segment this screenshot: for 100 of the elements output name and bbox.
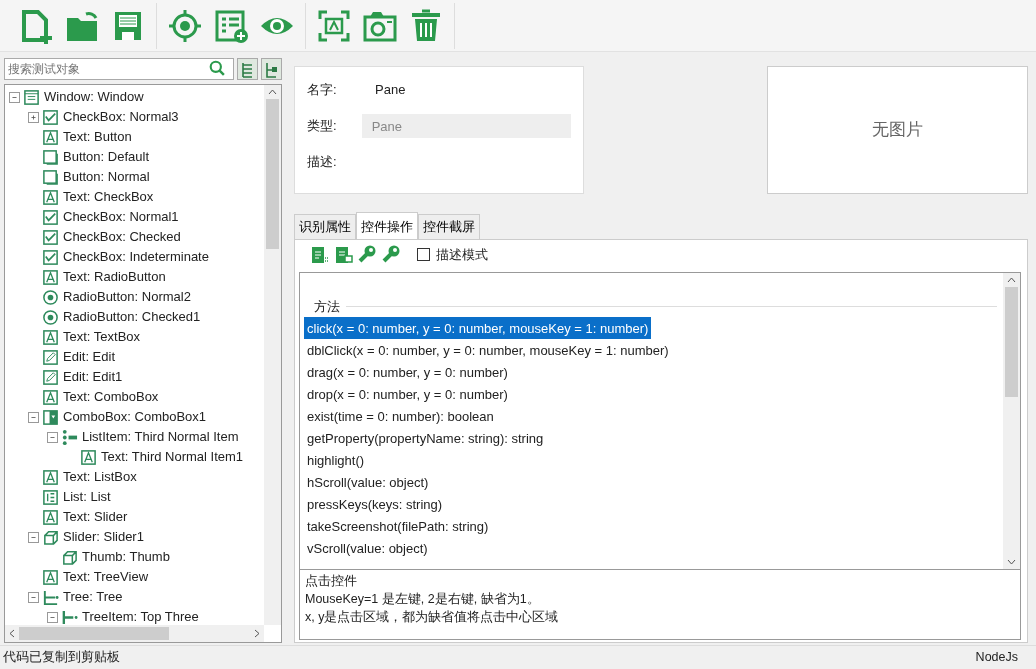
method-item[interactable]: hScroll(value: object) bbox=[304, 471, 432, 494]
collapse-toggle-icon[interactable] bbox=[47, 611, 58, 623]
pencil-icon bbox=[42, 348, 59, 366]
tab[interactable]: 控件截屏 bbox=[418, 214, 480, 239]
tree-item-icon bbox=[61, 608, 78, 625]
checkbox-icon bbox=[42, 248, 59, 266]
search-field[interactable]: 搜索测试对象 bbox=[4, 58, 234, 80]
target-icon bbox=[167, 7, 203, 44]
tree-icon bbox=[42, 588, 59, 606]
group-heading: 方法 bbox=[314, 297, 340, 316]
tree-item[interactable]: Edit: Edit bbox=[63, 347, 116, 367]
tree-item[interactable]: Text: Button bbox=[63, 127, 132, 147]
scrollbar-thumb[interactable] bbox=[1005, 287, 1018, 398]
tree-item[interactable]: TreeItem: Top Three bbox=[82, 607, 199, 625]
tree-item[interactable]: Text: Third Normal Item1 bbox=[101, 447, 244, 467]
checkbox-icon bbox=[42, 108, 59, 126]
tree-item[interactable]: Edit: Edit1 bbox=[63, 367, 123, 387]
collapse-toggle-icon[interactable] bbox=[28, 591, 39, 603]
tree-item[interactable]: CheckBox: Normal1 bbox=[63, 207, 179, 227]
radio-icon bbox=[42, 308, 59, 326]
scrollbar-thumb[interactable] bbox=[266, 99, 279, 249]
method-item[interactable]: drag(x = 0: number, y = 0: number) bbox=[304, 361, 511, 384]
tree-item[interactable]: Slider: Slider1 bbox=[63, 527, 144, 547]
field-label: 类型: bbox=[307, 117, 338, 136]
tree-item[interactable]: CheckBox: Checked bbox=[63, 227, 181, 247]
checkbox-icon bbox=[42, 208, 59, 226]
tree-item[interactable]: Text: ListBox bbox=[63, 467, 137, 487]
field-label: 描述: bbox=[307, 153, 338, 172]
tree-item[interactable]: CheckBox: Normal3 bbox=[63, 107, 179, 127]
tree-item[interactable]: Text: TreeView bbox=[63, 567, 149, 587]
wrench-icon[interactable] bbox=[381, 244, 401, 265]
scrollbar-thumb[interactable] bbox=[19, 627, 169, 640]
method-item[interactable]: drop(x = 0: number, y = 0: number) bbox=[304, 383, 511, 406]
collapse-all-button[interactable] bbox=[261, 58, 282, 80]
tree-list-icon bbox=[240, 61, 255, 78]
tree-item[interactable]: Text: ComboBox bbox=[63, 387, 159, 407]
checkbox[interactable] bbox=[417, 248, 430, 261]
method-item[interactable]: takeScreenshot(filePath: string) bbox=[304, 515, 492, 538]
expand-toggle-icon[interactable] bbox=[28, 111, 39, 123]
tab[interactable]: 控件操作 bbox=[356, 212, 418, 239]
tree-branch-icon bbox=[264, 61, 279, 78]
method-item[interactable]: dblClick(x = 0: number, y = 0: number, mouseKey = 1: number) bbox=[304, 339, 672, 362]
language-label: NodeJs bbox=[975, 649, 1018, 667]
text-icon bbox=[42, 128, 59, 146]
text-icon bbox=[42, 268, 59, 286]
vertical-scrollbar[interactable] bbox=[264, 85, 281, 625]
tree-item[interactable]: Text: Slider bbox=[63, 507, 128, 527]
button-icon bbox=[42, 148, 59, 166]
collapse-toggle-icon[interactable] bbox=[47, 431, 58, 443]
tree-item[interactable]: Thumb: Thumb bbox=[82, 547, 170, 567]
tree-item[interactable]: RadioButton: Checked1 bbox=[63, 307, 201, 327]
tree-item[interactable]: Button: Normal bbox=[63, 167, 150, 187]
tree-item[interactable]: Button: Default bbox=[63, 147, 149, 167]
tree-item[interactable]: ComboBox: ComboBox1 bbox=[63, 407, 207, 427]
combobox-icon bbox=[42, 408, 59, 426]
tree-item[interactable]: Tree: Tree bbox=[63, 587, 123, 607]
button-icon bbox=[42, 168, 59, 186]
collapse-toggle-icon[interactable] bbox=[9, 91, 20, 103]
status-message: 代码已复制到剪贴板 bbox=[3, 649, 120, 667]
list-icon bbox=[42, 488, 59, 506]
text-icon bbox=[42, 388, 59, 406]
tree-item[interactable]: CheckBox: Indeterminate bbox=[63, 247, 209, 267]
method-item[interactable]: click(x = 0: number, y = 0: number, mouseKey = 1: number) bbox=[304, 317, 652, 340]
tree-item[interactable]: Window: Window bbox=[44, 87, 144, 107]
search-icon[interactable] bbox=[209, 60, 226, 77]
cube-icon bbox=[61, 548, 78, 566]
tree-item[interactable]: Text: CheckBox bbox=[63, 187, 154, 207]
method-item[interactable]: highlight() bbox=[304, 449, 368, 472]
text-icon bbox=[42, 468, 59, 486]
method-item[interactable]: vScroll(value: object) bbox=[304, 537, 431, 560]
tab[interactable]: 识别属性 bbox=[294, 214, 356, 239]
no-image-text: 无图片 bbox=[872, 119, 923, 142]
tree-item[interactable]: ListItem: Third Normal Item bbox=[82, 427, 239, 447]
wrench-icon[interactable] bbox=[357, 244, 377, 265]
clipboard-icon[interactable] bbox=[309, 244, 329, 265]
clipboard-icon[interactable] bbox=[333, 244, 353, 265]
method-item[interactable]: pressKeys(keys: string) bbox=[304, 493, 446, 516]
field-label: 名字: bbox=[307, 81, 338, 100]
text-icon bbox=[42, 568, 59, 586]
horizontal-scrollbar[interactable] bbox=[5, 625, 264, 642]
tree-item[interactable]: Text: TextBox bbox=[63, 327, 141, 347]
checkbox-label: 描述模式 bbox=[436, 245, 488, 264]
description-line: 点击控件 bbox=[305, 573, 358, 591]
target-button[interactable] bbox=[167, 7, 203, 44]
checkbox-icon bbox=[42, 228, 59, 246]
expand-all-button[interactable] bbox=[237, 58, 258, 80]
collapse-toggle-icon[interactable] bbox=[28, 531, 39, 543]
method-item[interactable]: exist(time = 0: number): boolean bbox=[304, 405, 497, 428]
vertical-scrollbar[interactable] bbox=[1003, 273, 1020, 570]
tree-item[interactable]: List: List bbox=[63, 487, 111, 507]
description-line: x, y是点击区域，都为缺省值将点击中心区域 bbox=[305, 609, 560, 627]
method-item[interactable]: getProperty(propertyName: string): string bbox=[304, 427, 547, 450]
window-icon bbox=[23, 88, 40, 106]
tree-item[interactable]: RadioButton: Normal2 bbox=[63, 287, 191, 307]
text-icon bbox=[42, 328, 59, 346]
field-value: Pane bbox=[374, 81, 406, 100]
description-line: MouseKey=1 是左键, 2是右键, 缺省为1。 bbox=[305, 591, 541, 609]
collapse-toggle-icon[interactable] bbox=[28, 411, 39, 423]
tree-item[interactable]: Text: RadioButton bbox=[63, 267, 166, 287]
text-icon bbox=[42, 188, 59, 206]
